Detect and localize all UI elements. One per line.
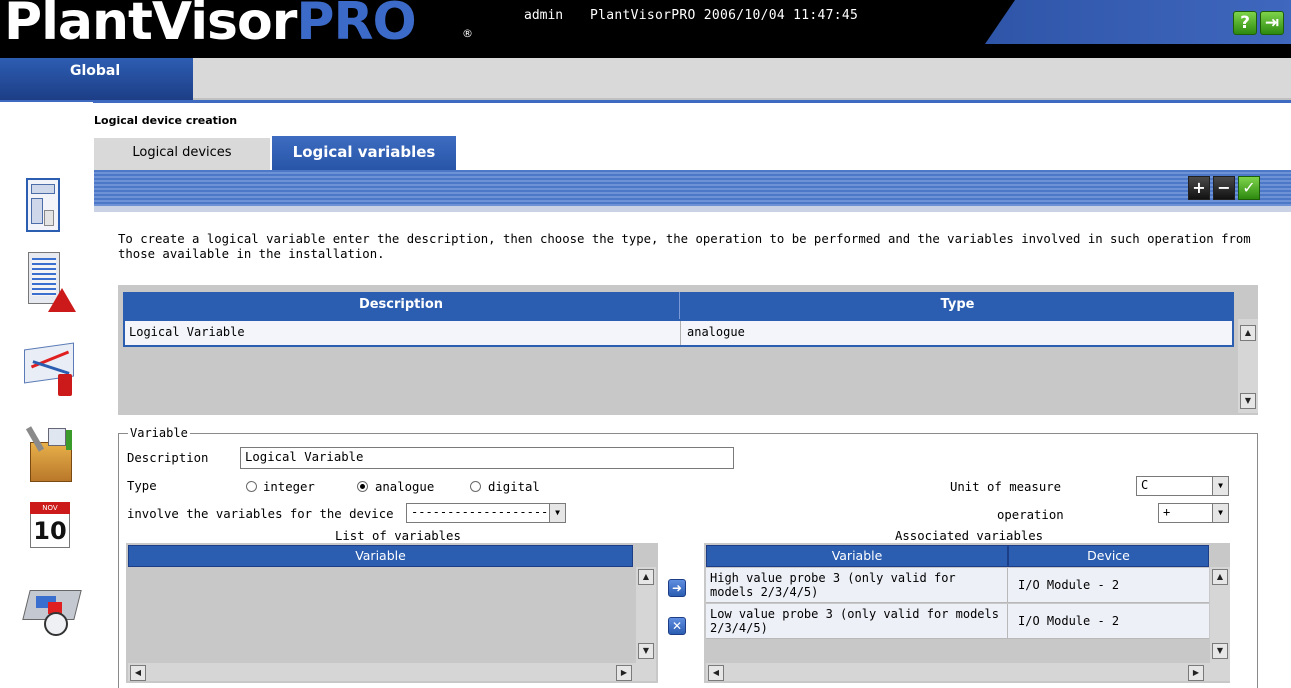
- list-hscrollbar[interactable]: [706, 663, 1230, 681]
- table-header: Description Type: [123, 292, 1234, 319]
- logout-button[interactable]: ⇥: [1260, 11, 1284, 35]
- current-user: admin: [524, 8, 564, 23]
- scroll-right-icon[interactable]: ▶: [616, 665, 632, 681]
- logical-variables-table: Description Type Logical Variable analog…: [118, 285, 1258, 415]
- scroll-down-icon[interactable]: ▼: [1240, 393, 1256, 409]
- sidebar: NOV 10: [0, 102, 93, 688]
- scroll-up-icon[interactable]: ▲: [1240, 325, 1256, 341]
- plant-scheduler-icon[interactable]: [22, 580, 88, 642]
- type-analogue-label: analogue: [375, 480, 435, 494]
- row-device: I/O Module - 2: [1018, 578, 1120, 592]
- scroll-left-icon[interactable]: ◀: [130, 665, 146, 681]
- unit-select[interactable]: C ▼: [1136, 476, 1229, 496]
- column-type[interactable]: Type: [681, 292, 1234, 319]
- scroll-right-icon[interactable]: ▶: [1188, 665, 1204, 681]
- scroll-up-icon[interactable]: ▲: [1212, 569, 1228, 585]
- scroll-down-icon[interactable]: ▼: [638, 643, 654, 659]
- tab-logical-devices[interactable]: Logical devices: [94, 138, 270, 170]
- header-info: PlantVisorPRO 2006/10/04 11:47:45: [590, 8, 859, 23]
- tools-box-icon[interactable]: [22, 424, 88, 486]
- type-integer-radio[interactable]: [246, 481, 257, 492]
- chevron-down-icon: ▼: [1212, 504, 1228, 522]
- confirm-button[interactable]: ✓: [1238, 176, 1260, 200]
- alarm-report-icon[interactable]: [22, 252, 88, 314]
- plantvisor-logo: PlantVisorPRO ®: [4, 0, 473, 52]
- graph-icon[interactable]: [22, 340, 88, 402]
- column-variable[interactable]: Variable: [128, 545, 633, 567]
- chevron-down-icon: ▼: [549, 504, 565, 522]
- list-of-variables-panel: Variable ▲ ▼ ◀ ▶: [126, 543, 658, 683]
- nav-bar: Global: [0, 58, 1291, 103]
- type-integer-label: integer: [263, 480, 315, 494]
- tab-logical-variables[interactable]: Logical variables: [272, 136, 456, 170]
- table-row[interactable]: Logical Variable analogue: [123, 319, 1234, 347]
- type-analogue-radio[interactable]: [357, 481, 368, 492]
- scroll-up-icon[interactable]: ▲: [638, 569, 654, 585]
- list-hscrollbar[interactable]: [128, 663, 656, 681]
- type-digital-label: digital: [488, 480, 540, 494]
- description-label: Description: [127, 451, 209, 465]
- row-type: analogue: [687, 325, 745, 339]
- column-variable[interactable]: Variable: [706, 545, 1008, 567]
- row-description: Logical Variable: [125, 321, 681, 345]
- page-title: Logical device creation: [94, 114, 238, 127]
- toolbar: [94, 170, 1291, 206]
- scroll-left-icon[interactable]: ◀: [708, 665, 724, 681]
- table-row[interactable]: Low value probe 3 (only valid for models…: [706, 604, 1209, 639]
- site-layout-icon[interactable]: [22, 176, 88, 238]
- help-button[interactable]: ?: [1233, 11, 1257, 35]
- table-row[interactable]: High value probe 3 (only valid for model…: [706, 568, 1209, 603]
- description-field[interactable]: Logical Variable: [240, 447, 734, 469]
- chevron-down-icon: ▼: [1212, 477, 1228, 495]
- column-description[interactable]: Description: [123, 292, 680, 319]
- type-digital-radio[interactable]: [470, 481, 481, 492]
- add-variable-arrow-icon[interactable]: ➜: [668, 579, 686, 597]
- unit-label: Unit of measure: [950, 480, 1062, 494]
- row-device: I/O Module - 2: [1018, 614, 1120, 628]
- calendar-icon[interactable]: NOV 10: [22, 496, 88, 558]
- operation-select[interactable]: + ▼: [1158, 503, 1229, 523]
- operation-label: operation: [997, 508, 1064, 522]
- instructions-text: To create a logical variable enter the d…: [118, 232, 1251, 261]
- associated-variables-panel: Variable Device High value probe 3 (only…: [704, 543, 1230, 683]
- involve-label: involve the variables for the device: [127, 507, 394, 521]
- app-header: PlantVisorPRO ® admin PlantVisorPRO 2006…: [0, 0, 1291, 58]
- device-select[interactable]: --------------------- ▼: [406, 503, 566, 523]
- row-variable: High value probe 3 (only valid for model…: [710, 571, 956, 599]
- remove-variable-icon[interactable]: ✕: [668, 617, 686, 635]
- remove-button[interactable]: −: [1213, 176, 1235, 200]
- row-variable: Low value probe 3 (only valid for models…: [710, 607, 999, 635]
- list-of-variables-title: List of variables: [335, 529, 461, 543]
- fieldset-legend: Variable: [128, 426, 190, 440]
- scroll-down-icon[interactable]: ▼: [1212, 643, 1228, 659]
- nav-global-tab[interactable]: Global: [0, 58, 193, 100]
- add-button[interactable]: +: [1188, 176, 1210, 200]
- column-device[interactable]: Device: [1008, 545, 1209, 567]
- type-label: Type: [127, 479, 157, 493]
- associated-variables-title: Associated variables: [895, 529, 1044, 543]
